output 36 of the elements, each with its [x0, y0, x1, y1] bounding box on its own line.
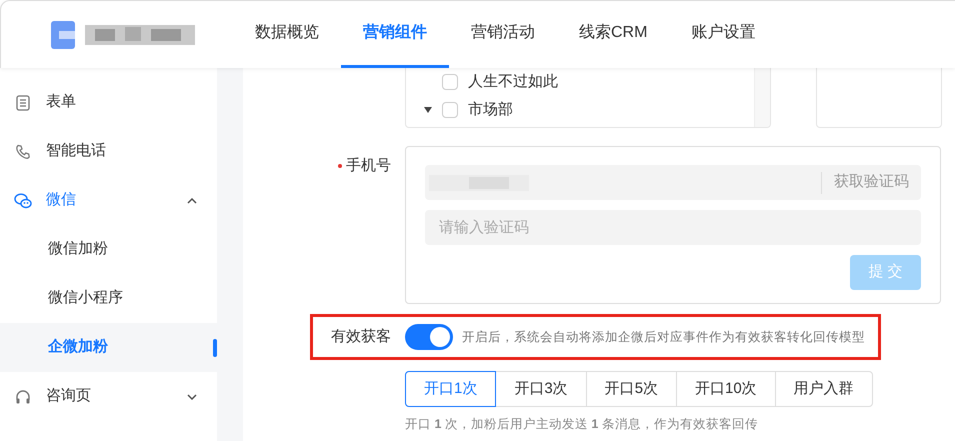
help-text: 开口 1 次，加粉后用户主动发送 1 条消息，作为有效获客回传 — [405, 416, 759, 433]
segment-option[interactable]: 用户入群 — [774, 371, 873, 407]
chevron-icon — [187, 394, 197, 400]
sidebar-subitem[interactable]: 企微加粉 — [0, 323, 217, 372]
segment-option[interactable]: 开口1次 — [405, 371, 496, 407]
segment-option[interactable]: 开口5次 — [586, 371, 678, 407]
tree-label: 人生不过如此 — [468, 72, 558, 92]
hint-text: 开启后，系统会自动将添加企微后对应事件作为有效获客转化回传模型 — [462, 328, 865, 346]
segment-option[interactable]: 开口3次 — [495, 371, 587, 407]
checkbox[interactable] — [442, 74, 458, 90]
nav-tab[interactable]: 线索CRM — [557, 1, 670, 68]
chevron-icon — [187, 198, 197, 204]
caret-icon[interactable] — [424, 107, 432, 113]
tree-label: 市场部 — [468, 100, 513, 120]
phone-icon — [15, 144, 31, 160]
field-label: 手机号 — [338, 156, 391, 176]
segment-option[interactable]: 开口10次 — [676, 371, 776, 407]
field-label: 有效获客 — [331, 326, 391, 347]
sidebar-item[interactable]: 表单 — [0, 78, 217, 127]
nav-tab[interactable]: 数据概览 — [233, 1, 341, 68]
code-input-field[interactable]: 请输入验证码 — [425, 210, 921, 245]
submit-button: 提 交 — [850, 255, 921, 290]
active-indicator — [213, 339, 217, 357]
nav-tab[interactable]: 营销活动 — [449, 1, 557, 68]
chat-bubbles-icon — [14, 192, 32, 208]
sidebar-subitem[interactable]: 微信加粉 — [0, 225, 217, 274]
sidebar-item[interactable]: 微信 — [0, 176, 217, 225]
checkbox[interactable] — [442, 102, 458, 118]
headset-icon — [15, 388, 31, 404]
toggle-switch[interactable] — [405, 324, 453, 350]
nav-tab[interactable]: 账户设置 — [669, 1, 778, 68]
sidebar-subitem[interactable]: 微信小程序 — [0, 274, 217, 323]
scrollbar[interactable] — [754, 68, 770, 127]
sidebar-item[interactable]: 咨询页 — [0, 372, 217, 421]
sidebar-item[interactable]: 智能电话 — [0, 127, 217, 176]
document-icon — [16, 94, 30, 110]
